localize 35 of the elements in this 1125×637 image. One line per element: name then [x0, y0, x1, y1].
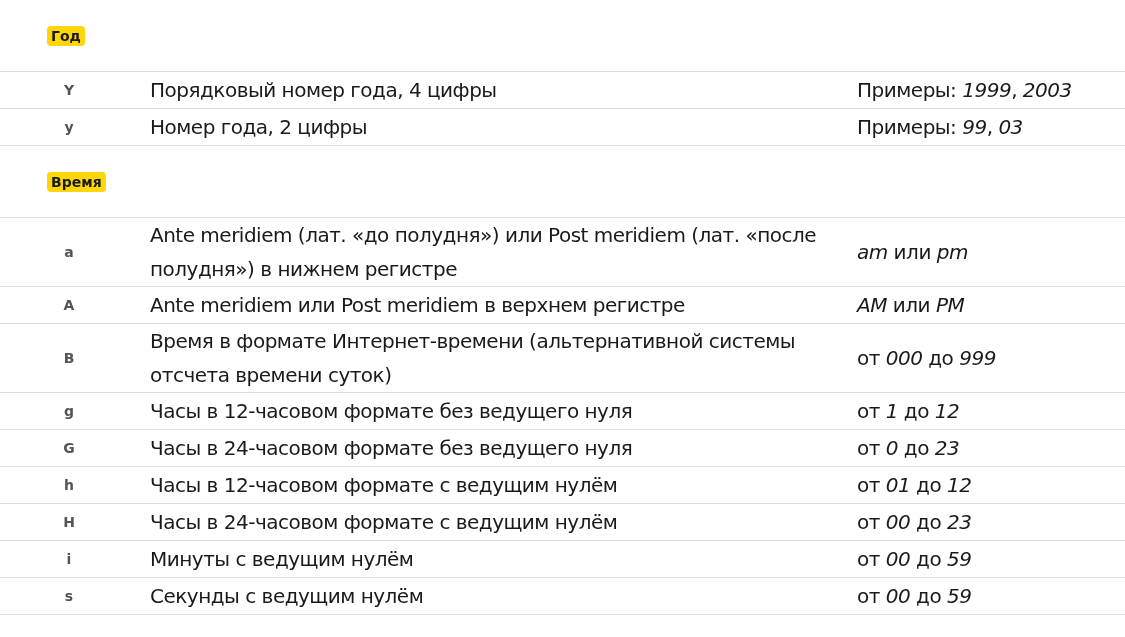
section-badge: Время	[47, 171, 106, 192]
format-key: Y	[0, 79, 138, 101]
format-key: G	[0, 437, 138, 459]
format-example: Примеры: 1999, 2003	[857, 77, 1072, 104]
format-key: B	[0, 347, 138, 369]
format-key: g	[0, 400, 138, 422]
format-description: Ante meridiem или Post meridiem в верхнем регистре	[150, 292, 686, 319]
section-badge: Год	[47, 25, 85, 46]
format-key: H	[0, 511, 138, 533]
format-description: Часы в 24-часовом формате без ведущего нуля	[150, 435, 634, 462]
format-key: s	[0, 585, 138, 607]
format-description: Ante meridiem (лат. «до полудня») или Post meridiem (лат. «после полудня») в нижнем регистре	[150, 222, 818, 283]
format-example: от 0 до 23	[857, 435, 960, 462]
format-description: Номер года, 2 цифры	[150, 114, 369, 141]
format-example: от 00 до 23	[857, 509, 972, 536]
format-example: Примеры: 99, 03	[857, 114, 1023, 141]
format-description: Время в формате Интернет-времени (альтернативной системы отсчета времени суток)	[150, 328, 797, 389]
format-description: Часы в 24-часовом формате с ведущим нулём	[150, 509, 619, 536]
format-key: y	[0, 116, 138, 138]
format-description: Минуты с ведущим нулём	[150, 546, 415, 573]
format-description: Порядковый номер года, 4 цифры	[150, 77, 498, 104]
format-description: Часы в 12-часовом формате без ведущего нуля	[150, 398, 634, 425]
format-key: i	[0, 548, 138, 570]
format-example: от 00 до 59	[857, 583, 972, 610]
format-example: от 000 до 999	[857, 345, 996, 372]
format-example: от 01 до 12	[857, 472, 972, 499]
format-example: от 00 до 59	[857, 546, 972, 573]
format-example: am или pm	[857, 239, 968, 266]
format-key: h	[0, 474, 138, 496]
format-description: Секунды с ведущим нулём	[150, 583, 425, 610]
format-key: A	[0, 294, 138, 316]
format-description: Часы в 12-часовом формате с ведущим нулём	[150, 472, 619, 499]
format-key: a	[0, 241, 138, 263]
format-example: от 1 до 12	[857, 398, 960, 425]
format-example: AM или PM	[857, 292, 965, 319]
